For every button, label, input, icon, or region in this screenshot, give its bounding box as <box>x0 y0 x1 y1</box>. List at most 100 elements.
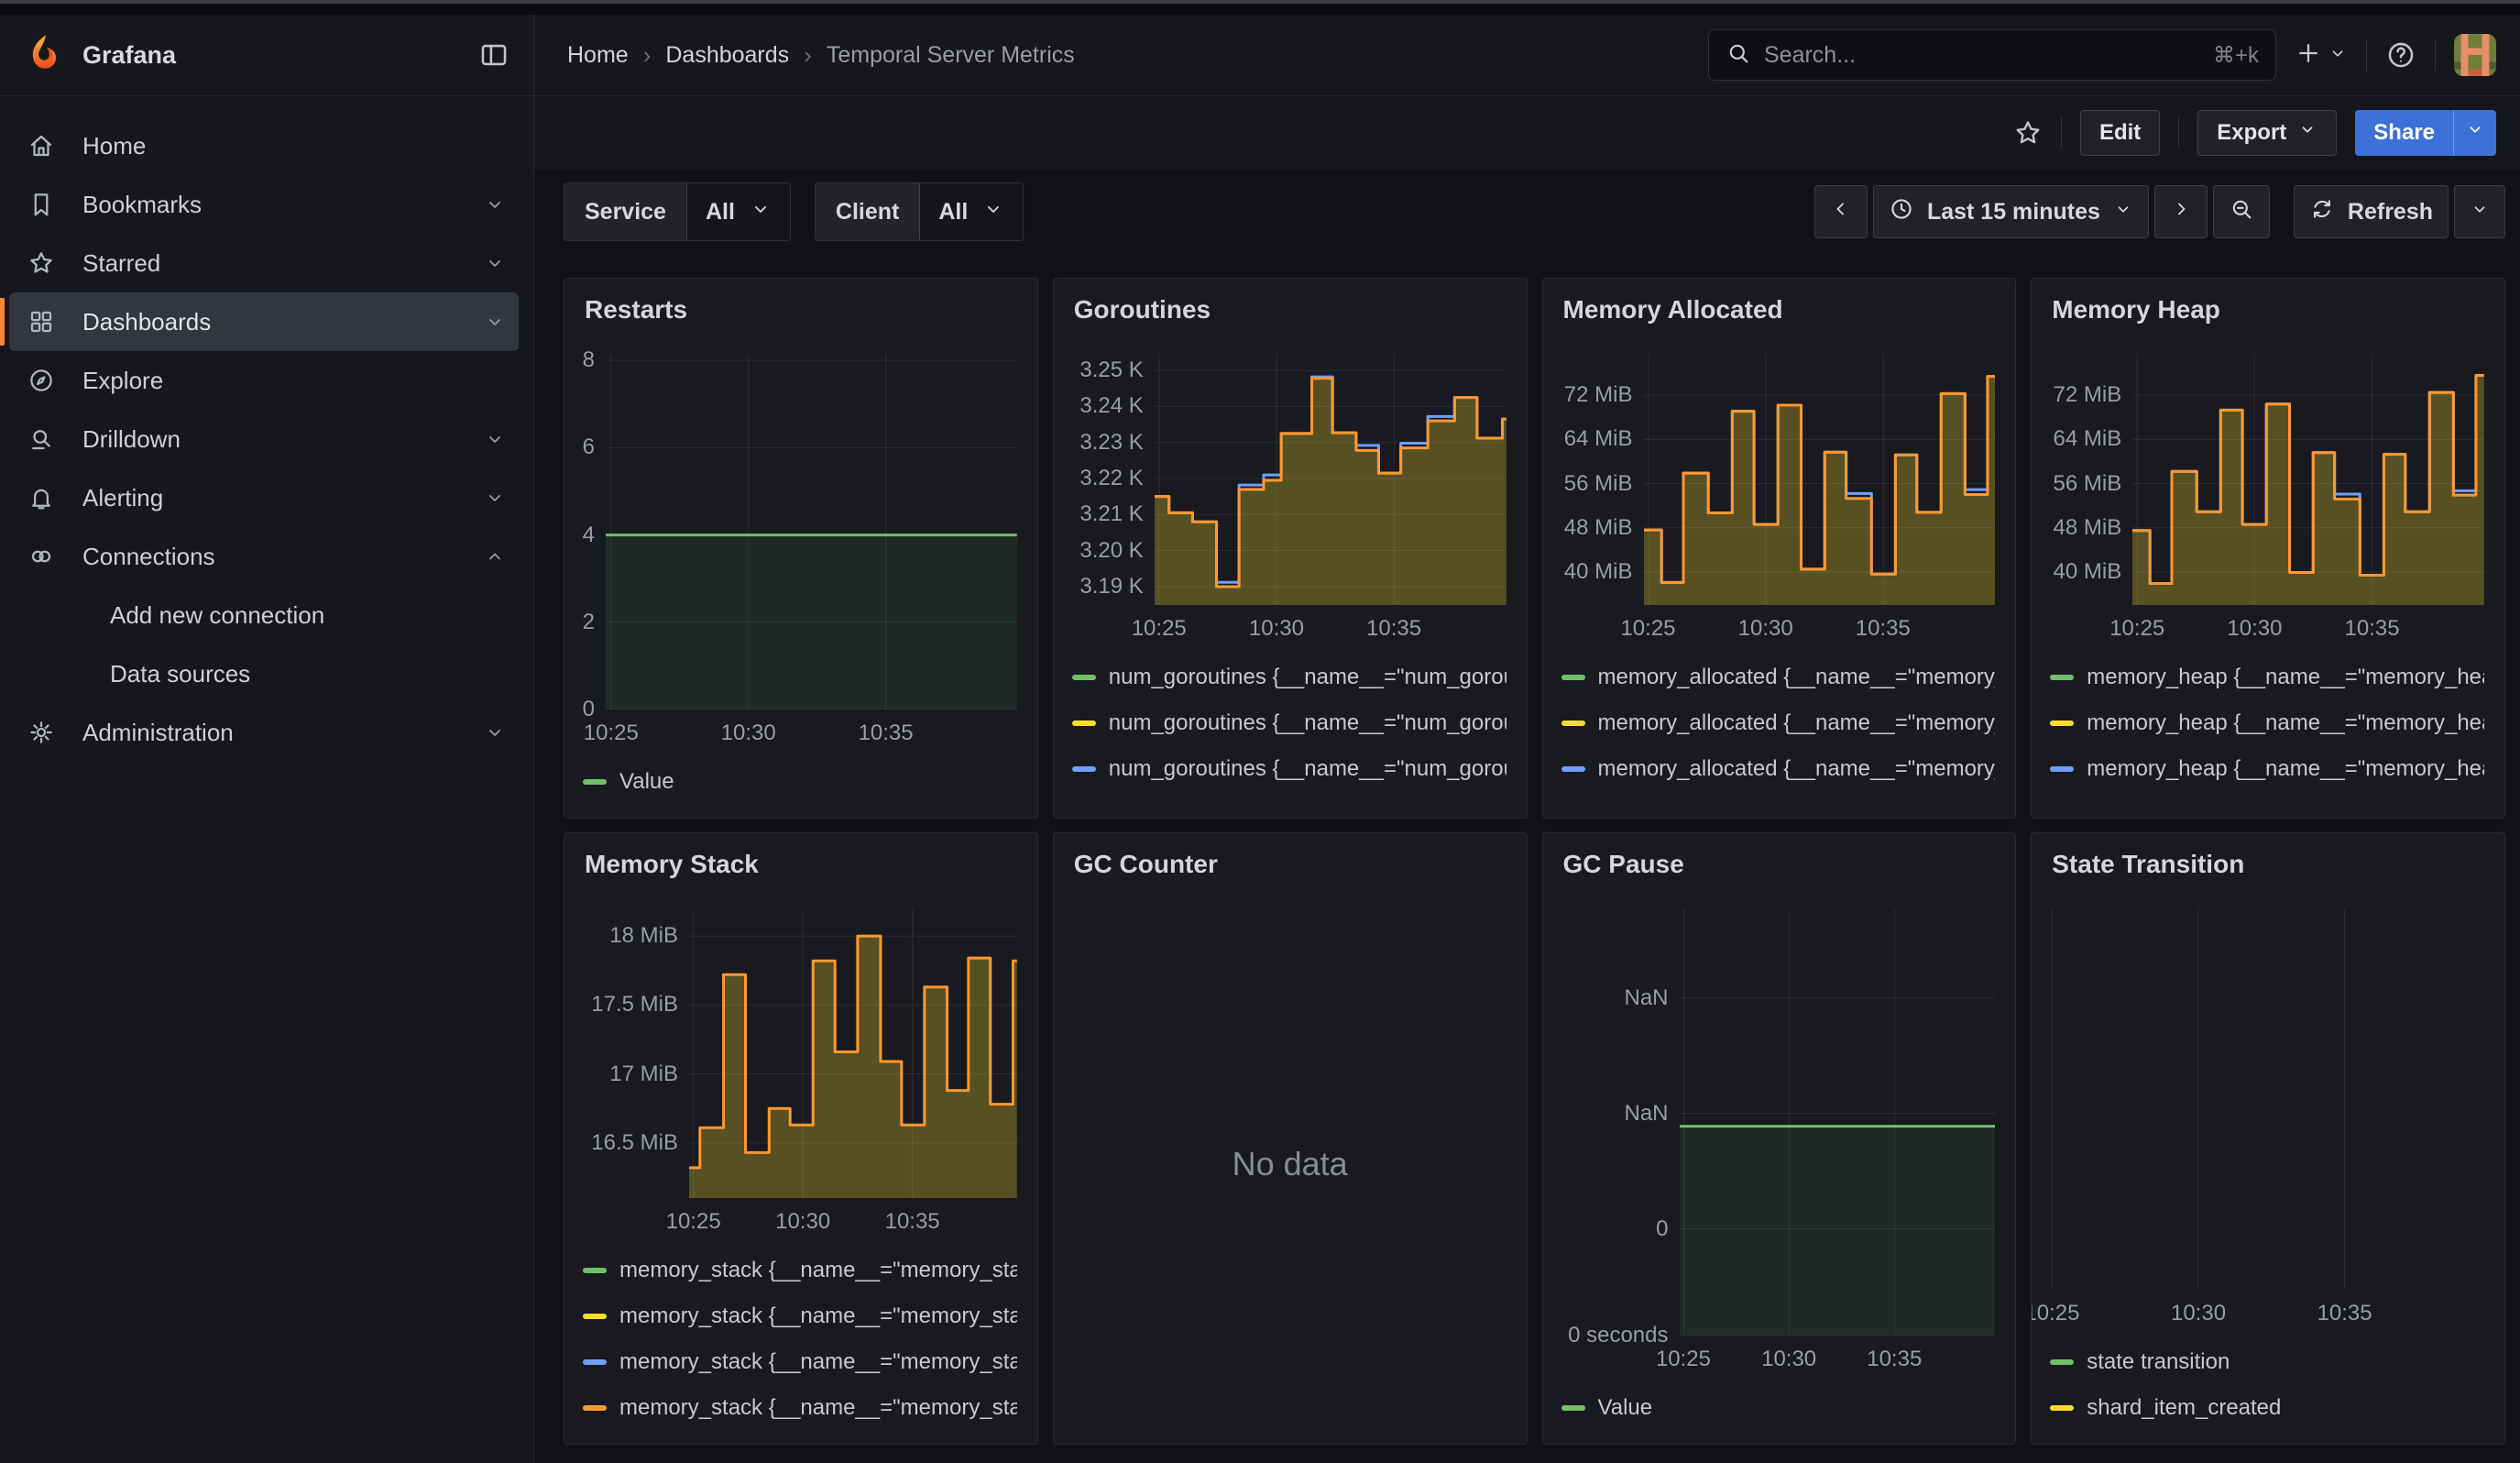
legend-item[interactable]: memory_stack {__name__="memory_stack" <box>583 1293 1017 1339</box>
panel-title[interactable]: State Transition <box>2032 833 2504 885</box>
chevron-down-icon[interactable] <box>484 252 506 274</box>
x-axis-labels: 10:2510:3010:35 <box>1680 1336 1996 1380</box>
sidebar-item-alerting[interactable]: Alerting <box>0 468 533 527</box>
legend-item[interactable]: memory_allocated {__name__="memory_alloc… <box>1561 654 1996 700</box>
legend-item[interactable]: num_goroutines {__name__="num_goroutines… <box>1072 746 1507 792</box>
panel-title[interactable]: GC Pause <box>1543 833 2016 885</box>
sidebar-item-administration[interactable]: Administration <box>0 703 533 762</box>
legend-item[interactable]: state transition <box>2050 1339 2484 1385</box>
chevron-down-icon[interactable] <box>484 311 506 333</box>
edit-button[interactable]: Edit <box>2080 110 2160 156</box>
x-tick-label: 10:30 <box>2171 1301 2226 1326</box>
legend-item[interactable]: memory_heap {__name__="memory_heap" <box>2050 654 2484 700</box>
panel-title[interactable]: Memory Heap <box>2032 279 2504 330</box>
sidebar-item-explore[interactable]: Explore <box>0 351 533 410</box>
legend-label: memory_stack {__name__="memory_stack" <box>619 1258 1017 1283</box>
chevron-down-icon[interactable] <box>484 721 506 743</box>
legend-item[interactable]: memory_allocated {__name__="memory_alloc… <box>1561 700 1996 746</box>
plot-canvas[interactable] <box>1155 354 1507 605</box>
chevron-down-icon[interactable] <box>484 428 506 450</box>
breadcrumb-home[interactable]: Home <box>567 42 629 69</box>
panel-title[interactable]: Memory Stack <box>564 833 1037 885</box>
plot-canvas[interactable] <box>1644 354 1996 605</box>
help-icon[interactable] <box>2385 39 2416 71</box>
share-menu-button[interactable] <box>2453 110 2496 156</box>
favorite-star-icon[interactable] <box>2013 118 2043 148</box>
legend-item[interactable]: num_goroutines {__name__="num_goroutines… <box>1072 654 1507 700</box>
time-controls: Last 15 minutes Refresh <box>1814 185 2505 238</box>
time-range-label: Last 15 minutes <box>1927 199 2100 226</box>
legend-item[interactable]: shard_item_created <box>2050 1385 2484 1431</box>
add-new-button[interactable] <box>2295 39 2348 72</box>
x-tick-label: 10:25 <box>1620 616 1675 642</box>
sidebar-item-add-new-connection[interactable]: Add new connection <box>0 586 533 644</box>
legend-swatch <box>2050 675 2074 680</box>
time-range-picker[interactable]: Last 15 minutes <box>1873 185 2149 238</box>
sidebar-item-drilldown[interactable]: Drilldown <box>0 410 533 468</box>
search-box[interactable]: ⌘+k <box>1708 29 2276 81</box>
sidebar-item-dashboards[interactable]: Dashboards <box>0 292 533 351</box>
plot-canvas[interactable] <box>606 354 1017 710</box>
search-input[interactable] <box>1764 42 2200 69</box>
legend-item[interactable]: Value <box>1561 1385 1996 1431</box>
grafana-home-link[interactable]: Grafana <box>26 33 176 78</box>
y-tick-label: 2 <box>583 610 595 635</box>
client-filter-selected: All <box>938 199 968 226</box>
legend-item[interactable]: memory_heap {__name__="memory_heap" <box>2050 700 2484 746</box>
panel-title[interactable]: Goroutines <box>1054 279 1527 330</box>
sidebar-item-home[interactable]: Home <box>0 116 533 175</box>
chart-area: 0246810:2510:3010:35Value <box>564 330 1037 818</box>
y-axis-labels: 0 seconds0NaNNaN <box>1558 908 1680 1336</box>
legend-swatch <box>1561 675 1585 680</box>
chevron-down-icon <box>2328 43 2348 68</box>
x-tick-label: 10:25 <box>584 720 639 746</box>
sidebar-item-inner: Alerting <box>0 484 533 512</box>
plot-canvas[interactable] <box>689 908 1017 1198</box>
breadcrumb-dashboards[interactable]: Dashboards <box>665 42 789 69</box>
variables-and-time-bar: Service All Client All <box>564 182 2505 241</box>
time-shift-back-button[interactable] <box>1814 185 1868 238</box>
export-button[interactable]: Export <box>2197 110 2337 156</box>
chevron-down-icon <box>982 198 1004 226</box>
sidebar-item-connections[interactable]: Connections <box>0 527 533 586</box>
legend-item[interactable]: Value <box>583 759 1017 805</box>
service-filter-value[interactable]: All <box>687 183 790 240</box>
panel-title[interactable]: Restarts <box>564 279 1037 330</box>
gear-icon <box>27 719 57 746</box>
chevron-up-icon[interactable] <box>484 545 506 567</box>
plot-canvas[interactable] <box>2132 354 2484 605</box>
chevron-down-icon[interactable] <box>484 193 506 215</box>
share-button[interactable]: Share <box>2355 110 2453 156</box>
y-tick-label: NaN <box>1624 985 1668 1011</box>
legend-item[interactable]: memory_heap {__name__="memory_heap" <box>2050 746 2484 792</box>
dashboard-actions-bar: Edit Export Share <box>534 96 2520 170</box>
legend-item[interactable]: memory_allocated {__name__="memory_alloc… <box>1561 792 1996 805</box>
plot-canvas[interactable] <box>1680 908 1996 1336</box>
panel-title[interactable]: Memory Allocated <box>1543 279 2016 330</box>
sidebar-item-inner: Connections <box>0 543 533 571</box>
legend-item[interactable]: num_goroutines {__name__="num_goroutines… <box>1072 792 1507 805</box>
panel-title[interactable]: GC Counter <box>1054 833 1527 885</box>
legend-label: num_goroutines {__name__="num_goroutines… <box>1109 665 1507 690</box>
legend-item[interactable]: num_goroutines {__name__="num_goroutines… <box>1072 700 1507 746</box>
legend-item[interactable]: memory_stack {__name__="memory_stack" <box>583 1248 1017 1293</box>
legend-item[interactable]: memory_heap {__name__="memory_heap" <box>2050 792 2484 805</box>
plot-canvas[interactable] <box>2046 908 2484 1290</box>
refresh-button[interactable]: Refresh <box>2294 185 2449 238</box>
zoom-out-button[interactable] <box>2213 185 2270 238</box>
time-shift-forward-button[interactable] <box>2154 185 2208 238</box>
refresh-interval-button[interactable] <box>2454 185 2505 238</box>
sidebar-toggle-icon[interactable] <box>478 39 509 71</box>
legend-label: memory_allocated {__name__="memory_alloc… <box>1598 710 1996 736</box>
chevron-down-icon[interactable] <box>484 487 506 509</box>
legend-label: memory_heap {__name__="memory_heap" <box>2087 802 2484 805</box>
sidebar-item-starred[interactable]: Starred <box>0 234 533 292</box>
sidebar-item-bookmarks[interactable]: Bookmarks <box>0 175 533 234</box>
y-tick-label: 0 <box>1656 1216 1668 1242</box>
legend-item[interactable]: memory_stack {__name__="memory_stack" <box>583 1339 1017 1385</box>
user-avatar[interactable] <box>2454 34 2496 76</box>
legend-item[interactable]: memory_stack {__name__="memory_stack" <box>583 1385 1017 1431</box>
sidebar-item-data-sources[interactable]: Data sources <box>0 644 533 703</box>
client-filter-value[interactable]: All <box>920 183 1023 240</box>
legend-item[interactable]: memory_allocated {__name__="memory_alloc… <box>1561 746 1996 792</box>
